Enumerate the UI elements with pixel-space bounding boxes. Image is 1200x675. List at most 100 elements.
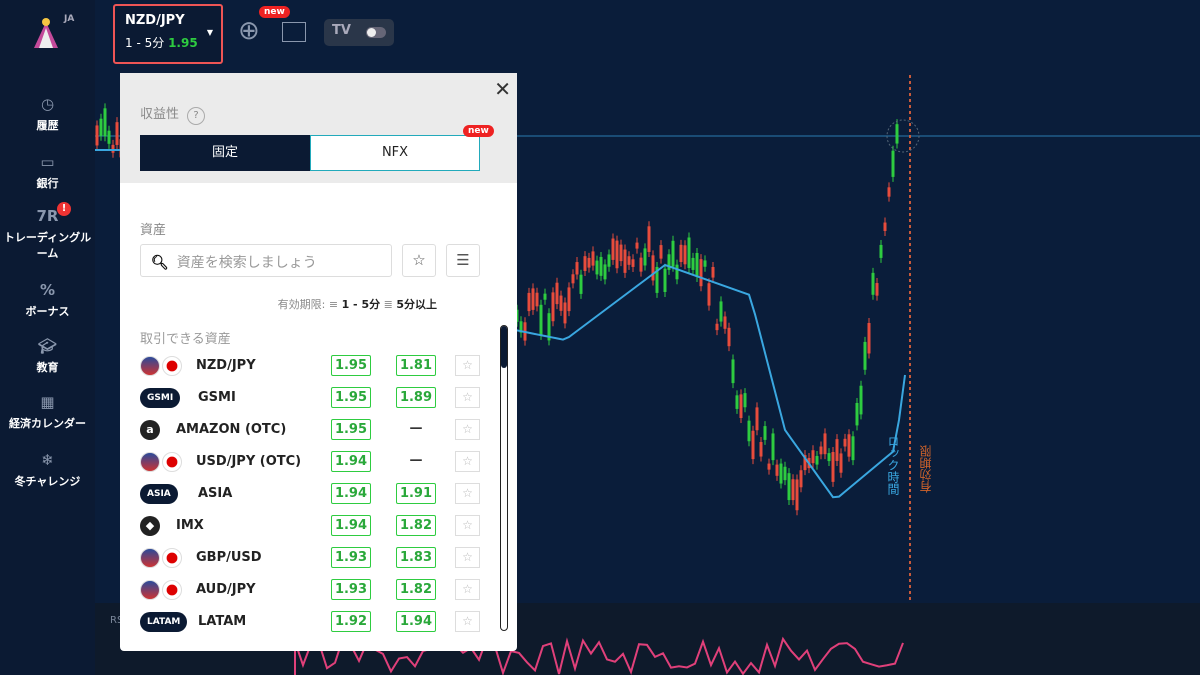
profitability-label: 収益性 bbox=[140, 107, 180, 122]
alert-badge: ! bbox=[57, 202, 71, 216]
candle bbox=[687, 237, 691, 268]
language-selector[interactable]: JA bbox=[64, 14, 74, 24]
asset-row[interactable]: USD/JPY (OTC) 1.94 — ☆ bbox=[140, 447, 480, 479]
candle bbox=[103, 108, 107, 137]
sidebar-item-label: 銀行 bbox=[36, 177, 59, 190]
candle bbox=[839, 453, 843, 473]
asset-icon bbox=[140, 548, 184, 568]
asset-name: GBP/USD bbox=[196, 550, 262, 565]
candle bbox=[607, 254, 611, 267]
add-chart-button[interactable]: ⊕ bbox=[238, 18, 260, 44]
star-icon: ☆ bbox=[412, 251, 426, 269]
search-placeholder: 資産を検索しましょう bbox=[176, 255, 317, 271]
candle bbox=[115, 122, 119, 145]
help-icon[interactable]: ? bbox=[187, 107, 206, 125]
logo-icon[interactable] bbox=[28, 14, 64, 50]
candle bbox=[719, 301, 723, 322]
asset-row[interactable]: a AMAZON (OTC) 1.95 — ☆ bbox=[140, 415, 480, 447]
candle bbox=[763, 426, 767, 440]
filter-icon: ☰ bbox=[456, 251, 470, 269]
chart-layout-icon[interactable] bbox=[282, 22, 306, 42]
tab-fixed[interactable]: 固定 bbox=[140, 135, 310, 171]
sidebar-item-label: ボーナス bbox=[25, 305, 70, 318]
asset-payout: 1.95 bbox=[168, 36, 198, 50]
candle bbox=[567, 287, 571, 312]
candle bbox=[723, 316, 727, 329]
filter-button[interactable]: ☰ bbox=[446, 244, 480, 277]
payout-short: 1.95 bbox=[331, 355, 371, 376]
candle bbox=[775, 464, 779, 476]
favorite-star-icon[interactable]: ☆ bbox=[455, 515, 480, 536]
asset-row[interactable]: LATAM LATAM 1.92 1.94 ☆ bbox=[140, 607, 480, 639]
candle bbox=[571, 274, 575, 284]
payout-long: — bbox=[409, 421, 423, 436]
candle bbox=[799, 470, 803, 488]
candle bbox=[691, 257, 695, 270]
candle bbox=[563, 302, 567, 324]
candle bbox=[627, 256, 631, 265]
asset-row[interactable]: ◆ IMX 1.94 1.82 ☆ bbox=[140, 511, 480, 543]
close-icon[interactable]: ✕ bbox=[494, 77, 511, 101]
asset-row[interactable]: GBP/USD 1.93 1.83 ☆ bbox=[140, 543, 480, 575]
favorite-star-icon[interactable]: ☆ bbox=[455, 419, 480, 440]
asset-row[interactable]: GSMI GSMI 1.95 1.89 ☆ bbox=[140, 383, 480, 415]
sidebar-item-label: 冬チャレンジ bbox=[14, 475, 81, 488]
favorite-star-icon[interactable]: ☆ bbox=[455, 579, 480, 600]
asset-selector-button[interactable]: NZD/JPY 1 - 5分 1.95 ▼ bbox=[113, 4, 223, 64]
candle bbox=[639, 257, 643, 272]
sidebar-item-1[interactable]: ▭ 銀行 bbox=[0, 152, 95, 191]
tab-nfx[interactable]: NFX bbox=[310, 135, 480, 171]
candle bbox=[575, 262, 579, 275]
favorite-star-icon[interactable]: ☆ bbox=[455, 451, 480, 472]
asset-search-input[interactable]: 🔍︎ 資産を検索しましょう bbox=[140, 244, 392, 277]
sidebar-item-4[interactable]: 🎓︎ 教育 bbox=[0, 336, 95, 375]
favorite-star-icon[interactable]: ☆ bbox=[455, 483, 480, 504]
sidebar-item-5[interactable]: ▦ 経済カレンダー bbox=[0, 392, 95, 431]
asset-row[interactable]: AUD/JPY 1.93 1.82 ☆ bbox=[140, 575, 480, 607]
sidebar-item-0[interactable]: ◷ 履歴 bbox=[0, 94, 95, 133]
candle bbox=[747, 420, 751, 442]
sidebar-item-3[interactable]: % ボーナス bbox=[0, 280, 95, 319]
favorites-filter-button[interactable]: ☆ bbox=[402, 244, 436, 277]
candle bbox=[535, 292, 539, 307]
candle bbox=[619, 244, 623, 262]
asset-name: IMX bbox=[176, 518, 204, 533]
available-assets-label: 取引できる資産 bbox=[140, 332, 231, 347]
expiry-time-label: 有効期限 bbox=[919, 445, 933, 493]
candle bbox=[699, 259, 703, 287]
sidebar-item-label: トレーディングルーム bbox=[3, 231, 92, 260]
sidebar-item-6[interactable]: ❄ 冬チャレンジ bbox=[0, 450, 95, 489]
sidebar-item-2[interactable]: 7R! トレーディングルーム bbox=[0, 202, 95, 261]
toggle-switch[interactable] bbox=[366, 27, 386, 38]
favorite-star-icon[interactable]: ☆ bbox=[455, 547, 480, 568]
favorite-star-icon[interactable]: ☆ bbox=[455, 355, 480, 376]
sidebar-item-label: 経済カレンダー bbox=[9, 417, 86, 430]
candle bbox=[891, 150, 895, 177]
asset-row[interactable]: ASIA ASIA 1.94 1.91 ☆ bbox=[140, 479, 480, 511]
candle bbox=[707, 283, 711, 306]
candle bbox=[859, 385, 863, 415]
candle bbox=[711, 267, 715, 278]
candle bbox=[531, 288, 535, 310]
tradingview-toggle[interactable]: TV bbox=[324, 19, 394, 46]
graduation-cap-icon: 🎓︎ bbox=[37, 337, 58, 355]
history-icon: ◷ bbox=[40, 95, 55, 113]
scrollbar[interactable] bbox=[500, 325, 508, 631]
payout-long: 1.82 bbox=[396, 579, 436, 600]
candle bbox=[715, 323, 719, 331]
candle bbox=[623, 249, 627, 273]
candle bbox=[791, 479, 795, 501]
payout-short: 1.95 bbox=[331, 387, 371, 408]
candle bbox=[671, 240, 675, 267]
payout-short: 1.92 bbox=[331, 611, 371, 632]
favorite-star-icon[interactable]: ☆ bbox=[455, 611, 480, 632]
favorite-star-icon[interactable]: ☆ bbox=[455, 387, 480, 408]
candle bbox=[595, 260, 599, 275]
candle bbox=[631, 259, 635, 267]
wallet-icon: ▭ bbox=[40, 153, 55, 171]
asset-icon: LATAM bbox=[140, 612, 188, 632]
asset-row[interactable]: NZD/JPY 1.95 1.81 ☆ bbox=[140, 351, 480, 383]
payout-long: 1.89 bbox=[396, 387, 436, 408]
payout-short: 1.94 bbox=[331, 483, 371, 504]
asset-name: USD/JPY (OTC) bbox=[196, 454, 302, 469]
